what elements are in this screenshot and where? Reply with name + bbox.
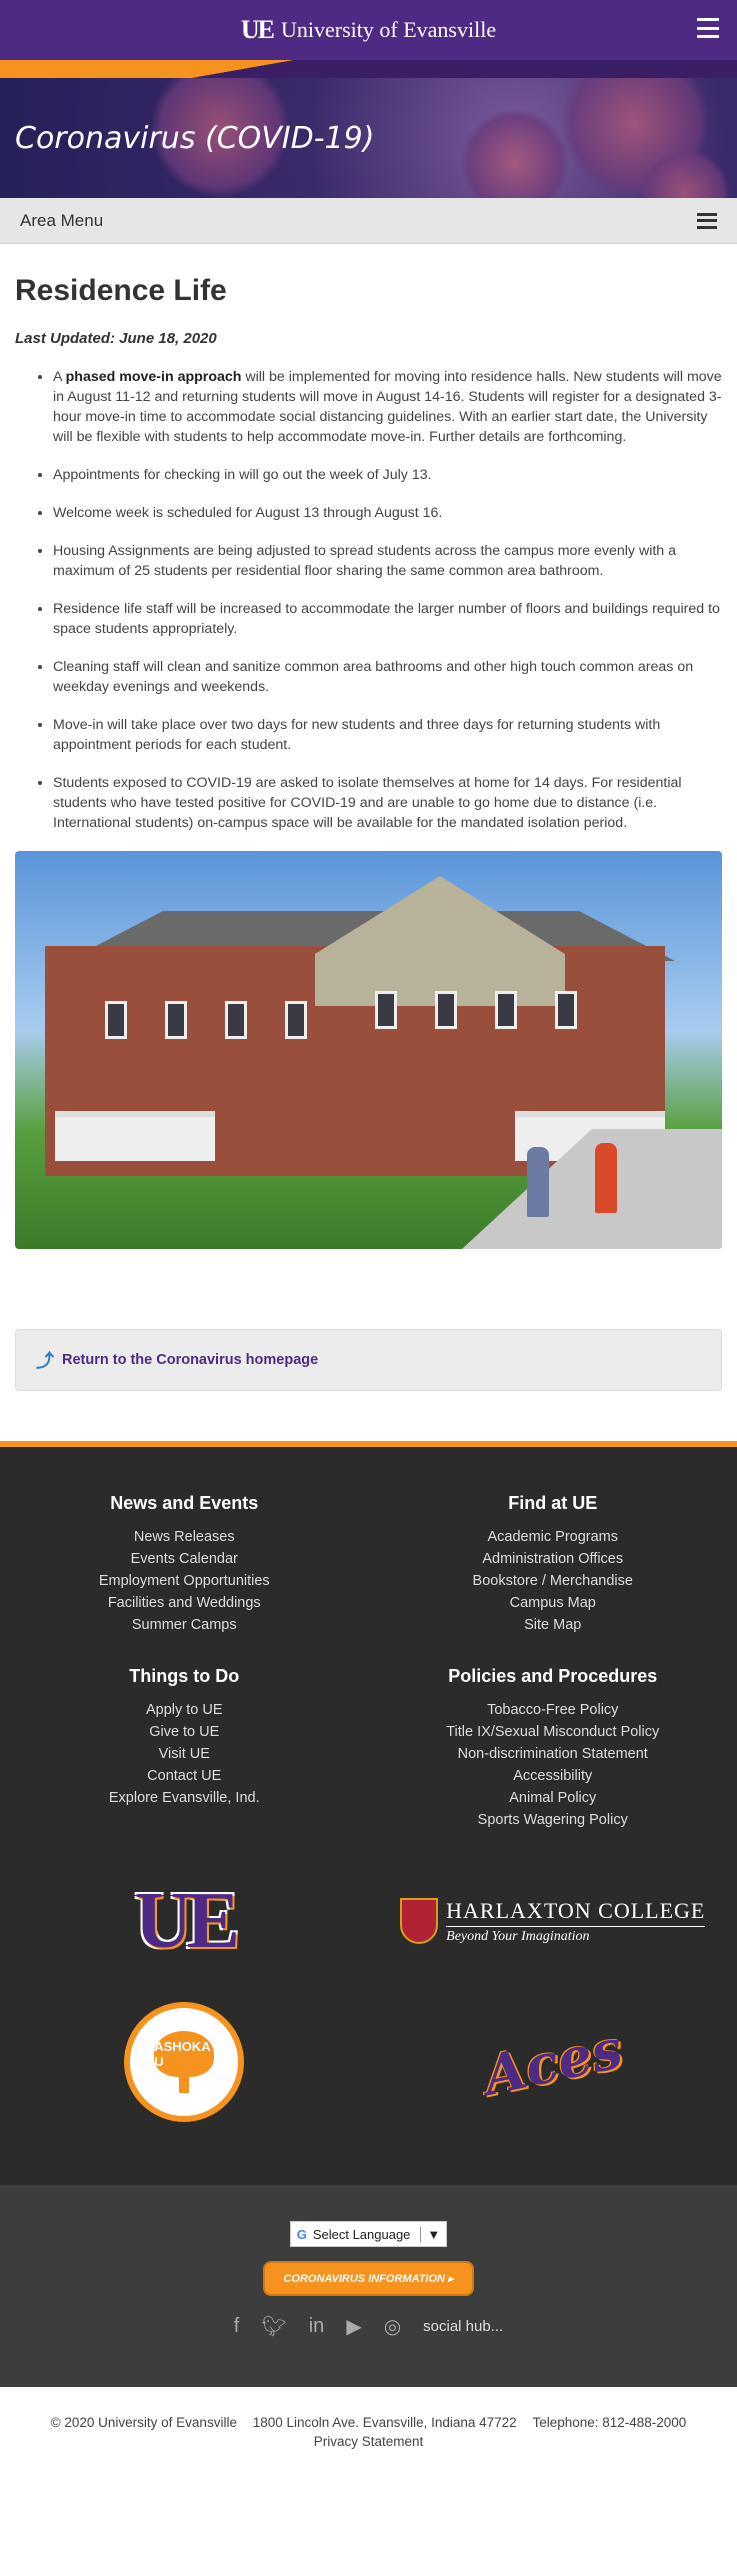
footer-column-find: Find at UE Academic Programs Administrat… [369, 1493, 737, 1636]
return-link[interactable]: ⤴ Return to the Coronavirus homepage [36, 1347, 318, 1373]
privacy-link[interactable]: Privacy Statement [314, 2434, 424, 2449]
chevron-down-icon: ▼ [420, 2226, 440, 2242]
ashoka-logo: ASHOKA U [124, 2002, 245, 2122]
instagram-icon[interactable]: ◎ [384, 2314, 401, 2339]
residence-hall-photo [15, 851, 722, 1249]
footer-link[interactable]: Accessibility [369, 1765, 737, 1787]
last-updated: Last Updated: June 18, 2020 [15, 330, 217, 347]
google-icon: G [296, 2226, 307, 2242]
footer-link[interactable]: Visit UE [0, 1743, 369, 1765]
footer-column-news: News and Events News Releases Events Cal… [0, 1493, 369, 1636]
footer-link[interactable]: Contact UE [0, 1765, 369, 1787]
coronavirus-info-button[interactable]: CORONAVIRUS INFORMATION ▸ [263, 2261, 474, 2296]
footer-link[interactable]: Bookstore / Merchandise [369, 1570, 737, 1592]
page-title: Coronavirus (COVID-19) [15, 120, 375, 156]
list-item: Welcome week is scheduled for August 13 … [53, 503, 722, 523]
harlaxton-logo-link[interactable]: HARLAXTON COLLEGE Beyond Your Imaginatio… [369, 1871, 737, 1971]
return-arrow-icon: ⤴ [36, 1351, 54, 1371]
linkedin-icon[interactable]: in [309, 2315, 325, 2338]
list-item: Cleaning staff will clean and sanitize c… [53, 657, 722, 697]
footer-column-policies: Policies and Procedures Tobacco-Free Pol… [369, 1666, 737, 1831]
footer-column-things: Things to Do Apply to UE Give to UE Visi… [0, 1666, 369, 1831]
section-title: Residence Life [15, 274, 227, 307]
footer-bottom: © 2020 University of Evansville 1800 Lin… [0, 2387, 737, 2477]
footer-column-title: Policies and Procedures [448, 1666, 658, 1686]
copyright: © 2020 University of Evansville [50, 2415, 237, 2430]
ue-logo: UE [240, 15, 275, 44]
aces-logo-link[interactable]: Aces [369, 1997, 737, 2127]
twitter-icon[interactable]: 🐦︎ [261, 2314, 286, 2339]
list-item: A phased move-in approach will be implem… [53, 367, 722, 447]
hero-banner: Coronavirus (COVID-19) [0, 78, 737, 198]
youtube-icon[interactable]: ▶ [346, 2314, 361, 2339]
area-menu[interactable]: Area Menu [0, 198, 737, 244]
brand-name: University of Evansville [281, 17, 497, 42]
address: 1800 Lincoln Ave. Evansville, Indiana 47… [252, 2415, 517, 2430]
accent-band [0, 60, 737, 78]
footer-link[interactable]: Site Map [369, 1614, 737, 1636]
aces-logo: Aces [477, 2016, 628, 2108]
info-list: A phased move-in approach will be implem… [15, 367, 722, 833]
footer-logos: UE HARLAXTON COLLEGE Beyond Your Imagina… [0, 1871, 737, 2127]
list-item: Housing Assignments are being adjusted t… [53, 541, 722, 581]
language-select[interactable]: G Select Language ▼ [289, 2221, 448, 2247]
area-menu-icon[interactable] [697, 212, 717, 229]
harlaxton-logo: HARLAXTON COLLEGE Beyond Your Imaginatio… [400, 1898, 706, 1945]
footer-link[interactable]: Summer Camps [0, 1614, 369, 1636]
main-content: Residence Life Last Updated: June 18, 20… [0, 244, 737, 1249]
footer-column-title: Find at UE [508, 1493, 598, 1513]
facebook-icon[interactable]: f [234, 2315, 240, 2338]
list-item: Students exposed to COVID-19 are asked t… [53, 773, 722, 833]
footer-link[interactable]: Animal Policy [369, 1787, 737, 1809]
footer-link[interactable]: Campus Map [369, 1592, 737, 1614]
footer-link[interactable]: Events Calendar [0, 1548, 369, 1570]
footer-link[interactable]: Facilities and Weddings [0, 1592, 369, 1614]
footer-column-title: News and Events [110, 1493, 259, 1513]
footer-utility: G Select Language ▼ CORONAVIRUS INFORMAT… [0, 2185, 737, 2387]
social-links: f 🐦︎ in ▶ ◎ social hub... [234, 2314, 503, 2339]
ue-footer-logo: UE [134, 1876, 240, 1965]
list-item: Appointments for checking in will go out… [53, 465, 722, 485]
return-box: ⤴ Return to the Coronavirus homepage [15, 1329, 722, 1391]
footer-link[interactable]: Apply to UE [0, 1699, 369, 1721]
footer-link[interactable]: Administration Offices [369, 1548, 737, 1570]
footer-link[interactable]: Sports Wagering Policy [369, 1809, 737, 1831]
footer-link[interactable]: Explore Evansville, Ind. [0, 1787, 369, 1809]
brand-link[interactable]: UE University of Evansville [241, 15, 496, 45]
social-hub-link[interactable]: social hub... [423, 2318, 503, 2335]
footer-link[interactable]: Non-discrimination Statement [369, 1743, 737, 1765]
footer-link[interactable]: Tobacco-Free Policy [369, 1699, 737, 1721]
footer-link[interactable]: Employment Opportunities [0, 1570, 369, 1592]
footer-link[interactable]: Academic Programs [369, 1526, 737, 1548]
top-header: UE University of Evansville [0, 0, 737, 60]
footer-link[interactable]: News Releases [0, 1526, 369, 1548]
harlaxton-crest-icon [400, 1898, 439, 1944]
ue-logo-link[interactable]: UE [0, 1871, 369, 1971]
area-menu-label: Area Menu [20, 210, 104, 230]
footer-links-section: News and Events News Releases Events Cal… [0, 1441, 737, 2185]
site-footer: News and Events News Releases Events Cal… [0, 1441, 737, 2477]
list-item: Move-in will take place over two days fo… [53, 715, 722, 755]
list-item: Residence life staff will be increased t… [53, 599, 722, 639]
ashoka-logo-link[interactable]: ASHOKA U [0, 1997, 369, 2127]
hamburger-menu-icon[interactable] [697, 18, 719, 38]
return-link-label: Return to the Coronavirus homepage [62, 1352, 319, 1368]
footer-link[interactable]: Title IX/Sexual Misconduct Policy [369, 1721, 737, 1743]
telephone: Telephone: 812-488-2000 [532, 2415, 687, 2430]
footer-link[interactable]: Give to UE [0, 1721, 369, 1743]
footer-column-title: Things to Do [129, 1666, 240, 1686]
language-select-label: Select Language [312, 2226, 411, 2242]
